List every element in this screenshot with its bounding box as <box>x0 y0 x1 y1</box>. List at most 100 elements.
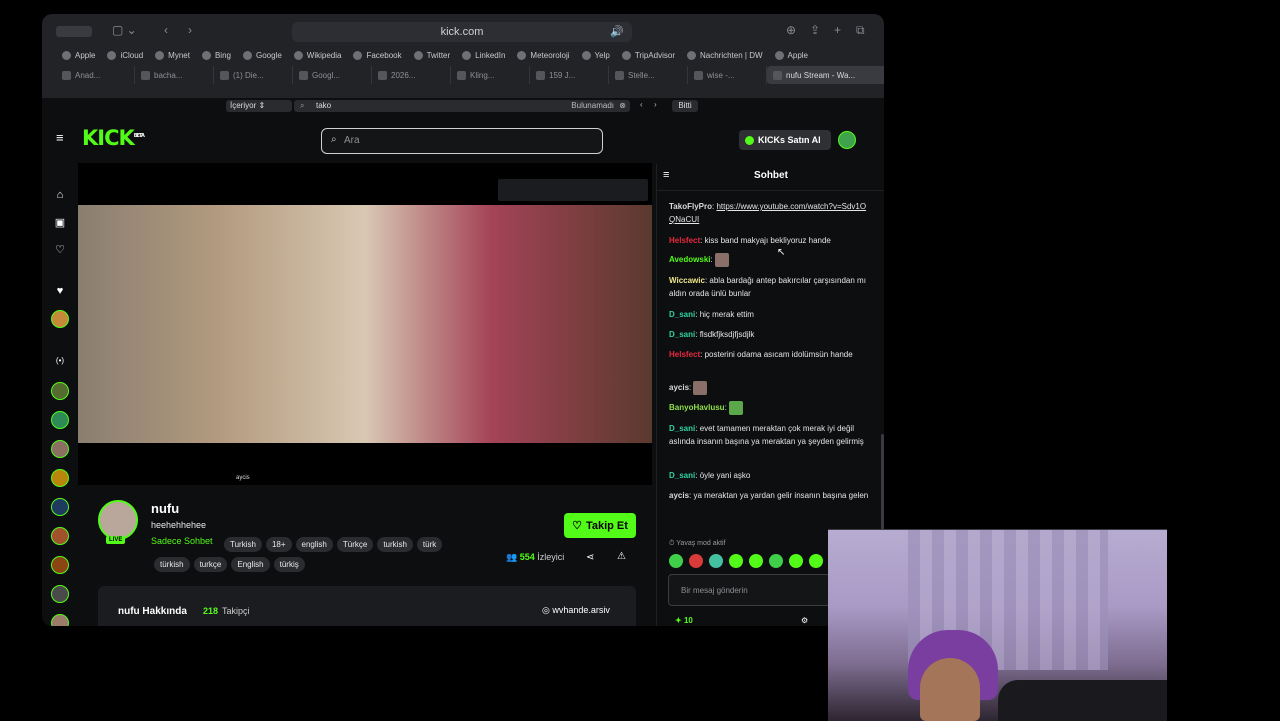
channel-avatar[interactable] <box>51 498 69 516</box>
clear-icon[interactable]: ⊗ <box>619 100 626 112</box>
kick-logo[interactable]: KICKBETA <box>82 126 145 150</box>
emote-icon[interactable] <box>729 554 743 568</box>
chat-settings-icon[interactable]: ⚙ <box>801 616 808 625</box>
bookmark-item[interactable]: Apple <box>774 46 808 64</box>
new-tab-icon[interactable]: + <box>834 23 841 37</box>
bookmark-item[interactable]: iCloud <box>107 46 143 64</box>
stream-tag[interactable]: English <box>231 557 270 572</box>
back-icon[interactable]: ‹ <box>164 23 168 37</box>
download-icon[interactable]: ⊕ <box>786 23 796 37</box>
bookmark-item[interactable]: Nachrichten | DW <box>686 46 763 64</box>
stream-tag[interactable]: english <box>295 537 333 552</box>
menu-icon[interactable]: ≡ <box>56 131 68 144</box>
stream-tag[interactable]: 18+ <box>265 537 292 552</box>
find-next-icon[interactable]: › <box>654 100 657 109</box>
stream-tag[interactable]: Türkçe <box>336 537 374 552</box>
browser-tab[interactable]: Anad... <box>56 66 135 84</box>
channel-avatar[interactable] <box>51 440 69 458</box>
bookmark-item[interactable]: TripAdvisor <box>621 46 675 64</box>
follow-button[interactable]: ♡ Takip Et <box>564 513 636 538</box>
chat-username[interactable]: aycis <box>669 491 689 500</box>
find-input[interactable]: ⌕ tako Bulunamadı ⊗ <box>294 100 630 112</box>
chat-username[interactable]: Avedowski <box>669 255 711 264</box>
stream-tag[interactable]: türkish <box>154 557 190 572</box>
channel-avatar[interactable] <box>51 556 69 574</box>
chat-username[interactable]: Helsfect <box>669 350 700 359</box>
bookmark-item[interactable]: Twitter <box>413 46 450 64</box>
chat-username[interactable]: TakoFlyPro <box>669 202 712 211</box>
emote-icon[interactable] <box>789 554 803 568</box>
buy-kicks-button[interactable]: KICKs Satın Al <box>739 130 831 150</box>
channel-avatar[interactable] <box>51 614 69 626</box>
forward-icon[interactable]: › <box>188 23 192 37</box>
bookmark-item[interactable]: Meteoroloji <box>517 46 570 64</box>
find-scope-select[interactable]: İçeriyor ⇕ <box>226 100 292 112</box>
browser-tab[interactable]: wise -... <box>688 66 767 84</box>
stream-tag[interactable]: Turkish <box>224 537 262 552</box>
channel-avatar[interactable] <box>51 527 69 545</box>
stream-tag[interactable]: türk <box>416 537 443 552</box>
bookmark-item[interactable]: Wikipedia <box>293 46 341 64</box>
stream-category[interactable]: Sadece Sohbet <box>151 536 213 546</box>
browser-tab[interactable]: 159 J... <box>530 66 609 84</box>
bookmark-item[interactable]: Apple <box>62 46 95 64</box>
find-prev-icon[interactable]: ‹ <box>640 100 643 109</box>
stream-tag[interactable]: türkiş <box>273 557 305 572</box>
bookmark-item[interactable]: Bing <box>201 46 231 64</box>
chat-username[interactable]: D_sani <box>669 310 695 319</box>
browser-tab[interactable]: bacha... <box>135 66 214 84</box>
user-avatar[interactable] <box>838 131 856 149</box>
chat-input[interactable]: Bir mesaj gönderin <box>668 574 850 606</box>
bookmark-item[interactable]: Google <box>242 46 282 64</box>
emote-icon[interactable] <box>769 554 783 568</box>
browser-tab[interactable]: nufu Stream - Wa... <box>767 66 884 84</box>
channel-avatar[interactable] <box>51 382 69 400</box>
channel-points[interactable]: ✦ 10 <box>675 616 693 625</box>
url-bar[interactable]: kick.com 🔊 <box>292 22 632 42</box>
instagram-link[interactable]: ◎ wvhande.arsiv <box>542 605 610 616</box>
channel-avatar[interactable] <box>51 585 69 603</box>
chat-username[interactable]: D_sani <box>669 330 695 339</box>
channel-avatar[interactable] <box>51 411 69 429</box>
favorites-heart-icon[interactable]: ♥ <box>54 285 66 297</box>
stream-tag[interactable]: turkish <box>377 537 413 552</box>
chat-username[interactable]: D_sani <box>669 424 695 433</box>
chat-username[interactable]: Wiccawic <box>669 276 705 285</box>
browser-tab[interactable]: Stelle... <box>609 66 688 84</box>
following-heart-icon[interactable]: ♡ <box>54 243 66 256</box>
emote-icon[interactable] <box>689 554 703 568</box>
home-icon[interactable]: ⌂ <box>54 189 66 201</box>
sidebar-toggle-icon[interactable] <box>56 26 92 37</box>
browser-tab[interactable]: (1) Die... <box>214 66 293 84</box>
chat-username[interactable]: aycis <box>669 383 689 392</box>
bookmark-item[interactable]: Mynet <box>155 46 190 64</box>
chat-username[interactable]: Helsfect <box>669 236 700 245</box>
stream-tag[interactable]: turkçe <box>193 557 228 572</box>
site-search-input[interactable]: ⌕ Ara <box>321 128 603 154</box>
tab-overview-icon[interactable]: ▢ ⌄ <box>112 23 137 37</box>
find-done-button[interactable]: Bitti <box>672 100 698 112</box>
channel-name[interactable]: nufu <box>151 501 179 516</box>
emote-icon[interactable] <box>749 554 763 568</box>
bookmark-item[interactable]: LinkedIn <box>462 46 505 64</box>
channel-avatar-large[interactable] <box>98 500 138 540</box>
browser-tab[interactable]: Googl... <box>293 66 372 84</box>
chat-scrollbar[interactable] <box>881 434 884 530</box>
channel-avatar[interactable] <box>51 469 69 487</box>
chat-username[interactable]: D_sani <box>669 471 695 480</box>
browser-tab[interactable]: Kling... <box>451 66 530 84</box>
emote-icon[interactable] <box>709 554 723 568</box>
emote-icon[interactable] <box>669 554 683 568</box>
browse-icon[interactable]: ▣ <box>54 216 66 229</box>
browser-tab[interactable]: 2026... <box>372 66 451 84</box>
chat-username[interactable]: BanyoHavlusu <box>669 403 725 412</box>
bookmark-item[interactable]: Facebook <box>353 46 402 64</box>
share-icon[interactable]: ⇪ <box>810 23 820 37</box>
live-channels-icon[interactable]: (•) <box>54 356 66 368</box>
audio-icon[interactable]: 🔊 <box>610 22 624 42</box>
report-icon[interactable]: ⚠ <box>617 551 626 562</box>
share-icon[interactable]: ⋖ <box>586 552 594 563</box>
bookmark-item[interactable]: Yelp <box>581 46 610 64</box>
channel-avatar[interactable] <box>51 310 69 328</box>
tabs-icon[interactable]: ⧉ <box>856 23 865 38</box>
